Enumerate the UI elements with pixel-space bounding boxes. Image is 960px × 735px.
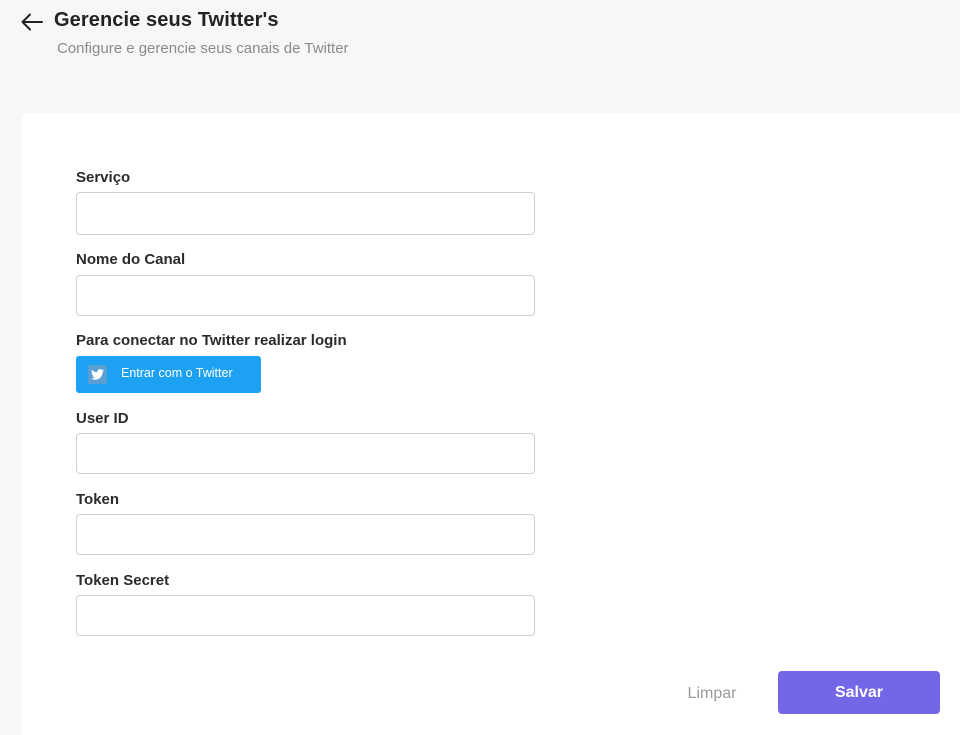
twitter-login-button-label: Entrar com o Twitter <box>121 365 233 380</box>
page-subtitle: Configure e gerencie seus canais de Twit… <box>57 40 349 57</box>
twitter-bird-icon <box>88 365 107 384</box>
token-secret-label: Token Secret <box>76 572 170 589</box>
arrow-left-icon <box>21 13 43 31</box>
service-input[interactable] <box>76 192 535 235</box>
token-label: Token <box>76 491 120 508</box>
user-id-label: User ID <box>76 410 129 427</box>
token-secret-input[interactable] <box>76 595 535 636</box>
token-input[interactable] <box>76 514 535 555</box>
save-button[interactable]: Salvar <box>778 671 940 714</box>
page-header: Gerencie seus Twitter's Configure e gere… <box>0 0 960 112</box>
channel-name-input[interactable] <box>76 275 535 316</box>
channel-name-label: Nome do Canal <box>76 251 186 268</box>
clear-button[interactable]: Limpar <box>672 681 752 707</box>
back-button[interactable] <box>20 10 44 34</box>
page-title: Gerencie seus Twitter's <box>54 9 279 31</box>
user-id-input[interactable] <box>76 433 535 474</box>
twitter-login-label: Para conectar no Twitter realizar login <box>76 332 347 349</box>
twitter-login-button[interactable]: Entrar com o Twitter <box>76 356 261 393</box>
service-label: Serviço <box>76 169 131 186</box>
form-card: Serviço Nome do Canal Para conectar no T… <box>22 113 960 735</box>
